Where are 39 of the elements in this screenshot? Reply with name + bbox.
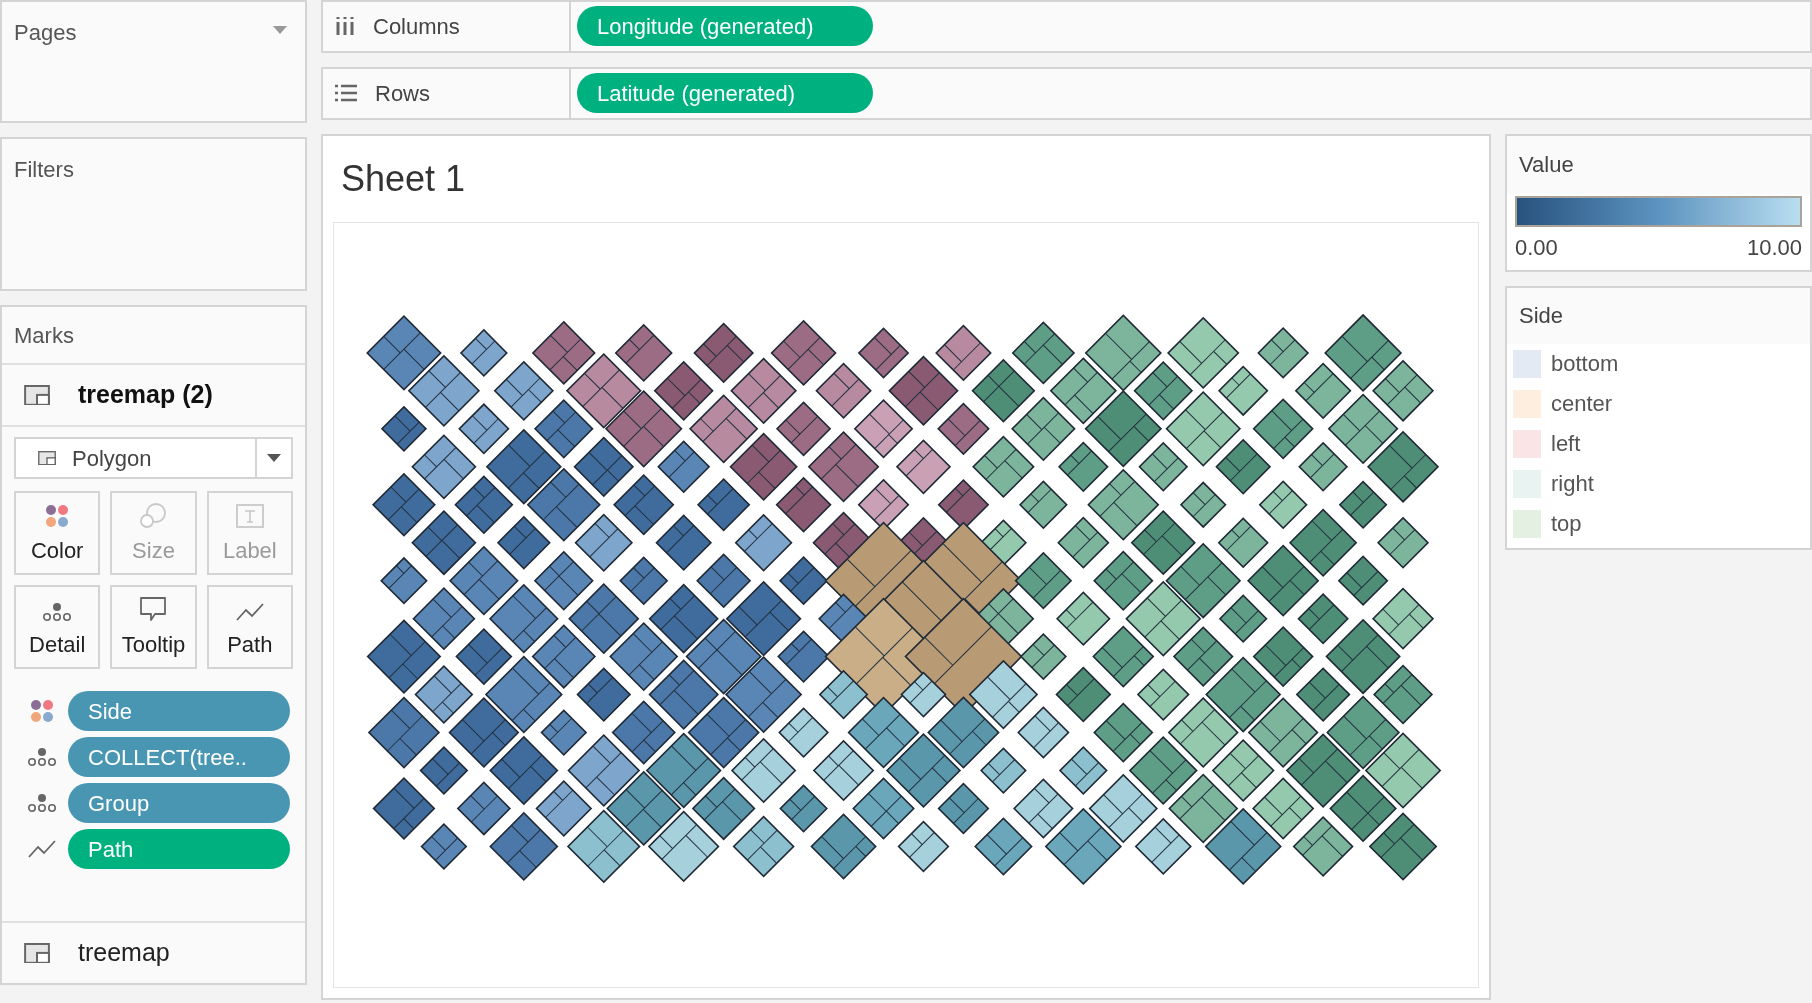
mark-property-button[interactable]: Tooltip (110, 585, 197, 669)
sheet-icon (38, 450, 56, 466)
filters-title: Filters (14, 157, 74, 182)
legend-title: Side (1519, 302, 1564, 331)
sheet-icon (24, 384, 50, 406)
mark-type-dropdown[interactable]: Polygon (14, 437, 293, 479)
line-path-icon (234, 602, 265, 622)
columns-icon (335, 16, 355, 37)
legend-item-label[interactable]: right (1551, 467, 1594, 501)
caret-icon[interactable] (273, 26, 287, 34)
sheet-title: Sheet 1 (341, 156, 466, 201)
mark-property-button[interactable]: Path (206, 585, 293, 669)
detail-dots-icon (27, 793, 57, 813)
legend-item-label[interactable]: top (1551, 507, 1582, 541)
legend-title: Value (1519, 151, 1574, 180)
circles-icon (139, 502, 168, 528)
shelf-label: Rows (375, 79, 430, 108)
range-min-label: 0.00 (1515, 233, 1558, 262)
marks-title: Marks (14, 321, 74, 350)
layer-tab[interactable]: treemap (2) (2, 365, 305, 427)
text-label-icon (235, 504, 264, 528)
color-dots-icon (30, 699, 54, 723)
range-max-label: 10.00 (1746, 233, 1802, 262)
layer-tab[interactable]: treemap (2, 921, 305, 983)
sheet-icon (24, 942, 50, 964)
legend-item-label[interactable]: center (1551, 387, 1613, 421)
detail-dots-icon (27, 747, 57, 767)
mark-property-button[interactable]: Color (14, 491, 101, 575)
rows-icon (335, 84, 357, 103)
pages-title: Pages (14, 19, 77, 47)
line-path-icon (27, 839, 57, 859)
color-dots-icon (45, 504, 70, 528)
legend-item-label[interactable]: left (1551, 427, 1581, 461)
caret-icon (267, 454, 281, 462)
legend-item-label[interactable]: bottom (1551, 347, 1619, 381)
shelf-label: Columns (373, 12, 460, 41)
mark-property-button[interactable]: Detail (14, 585, 101, 669)
speech-bubble-icon (139, 596, 168, 622)
detail-dots-icon (42, 602, 73, 622)
